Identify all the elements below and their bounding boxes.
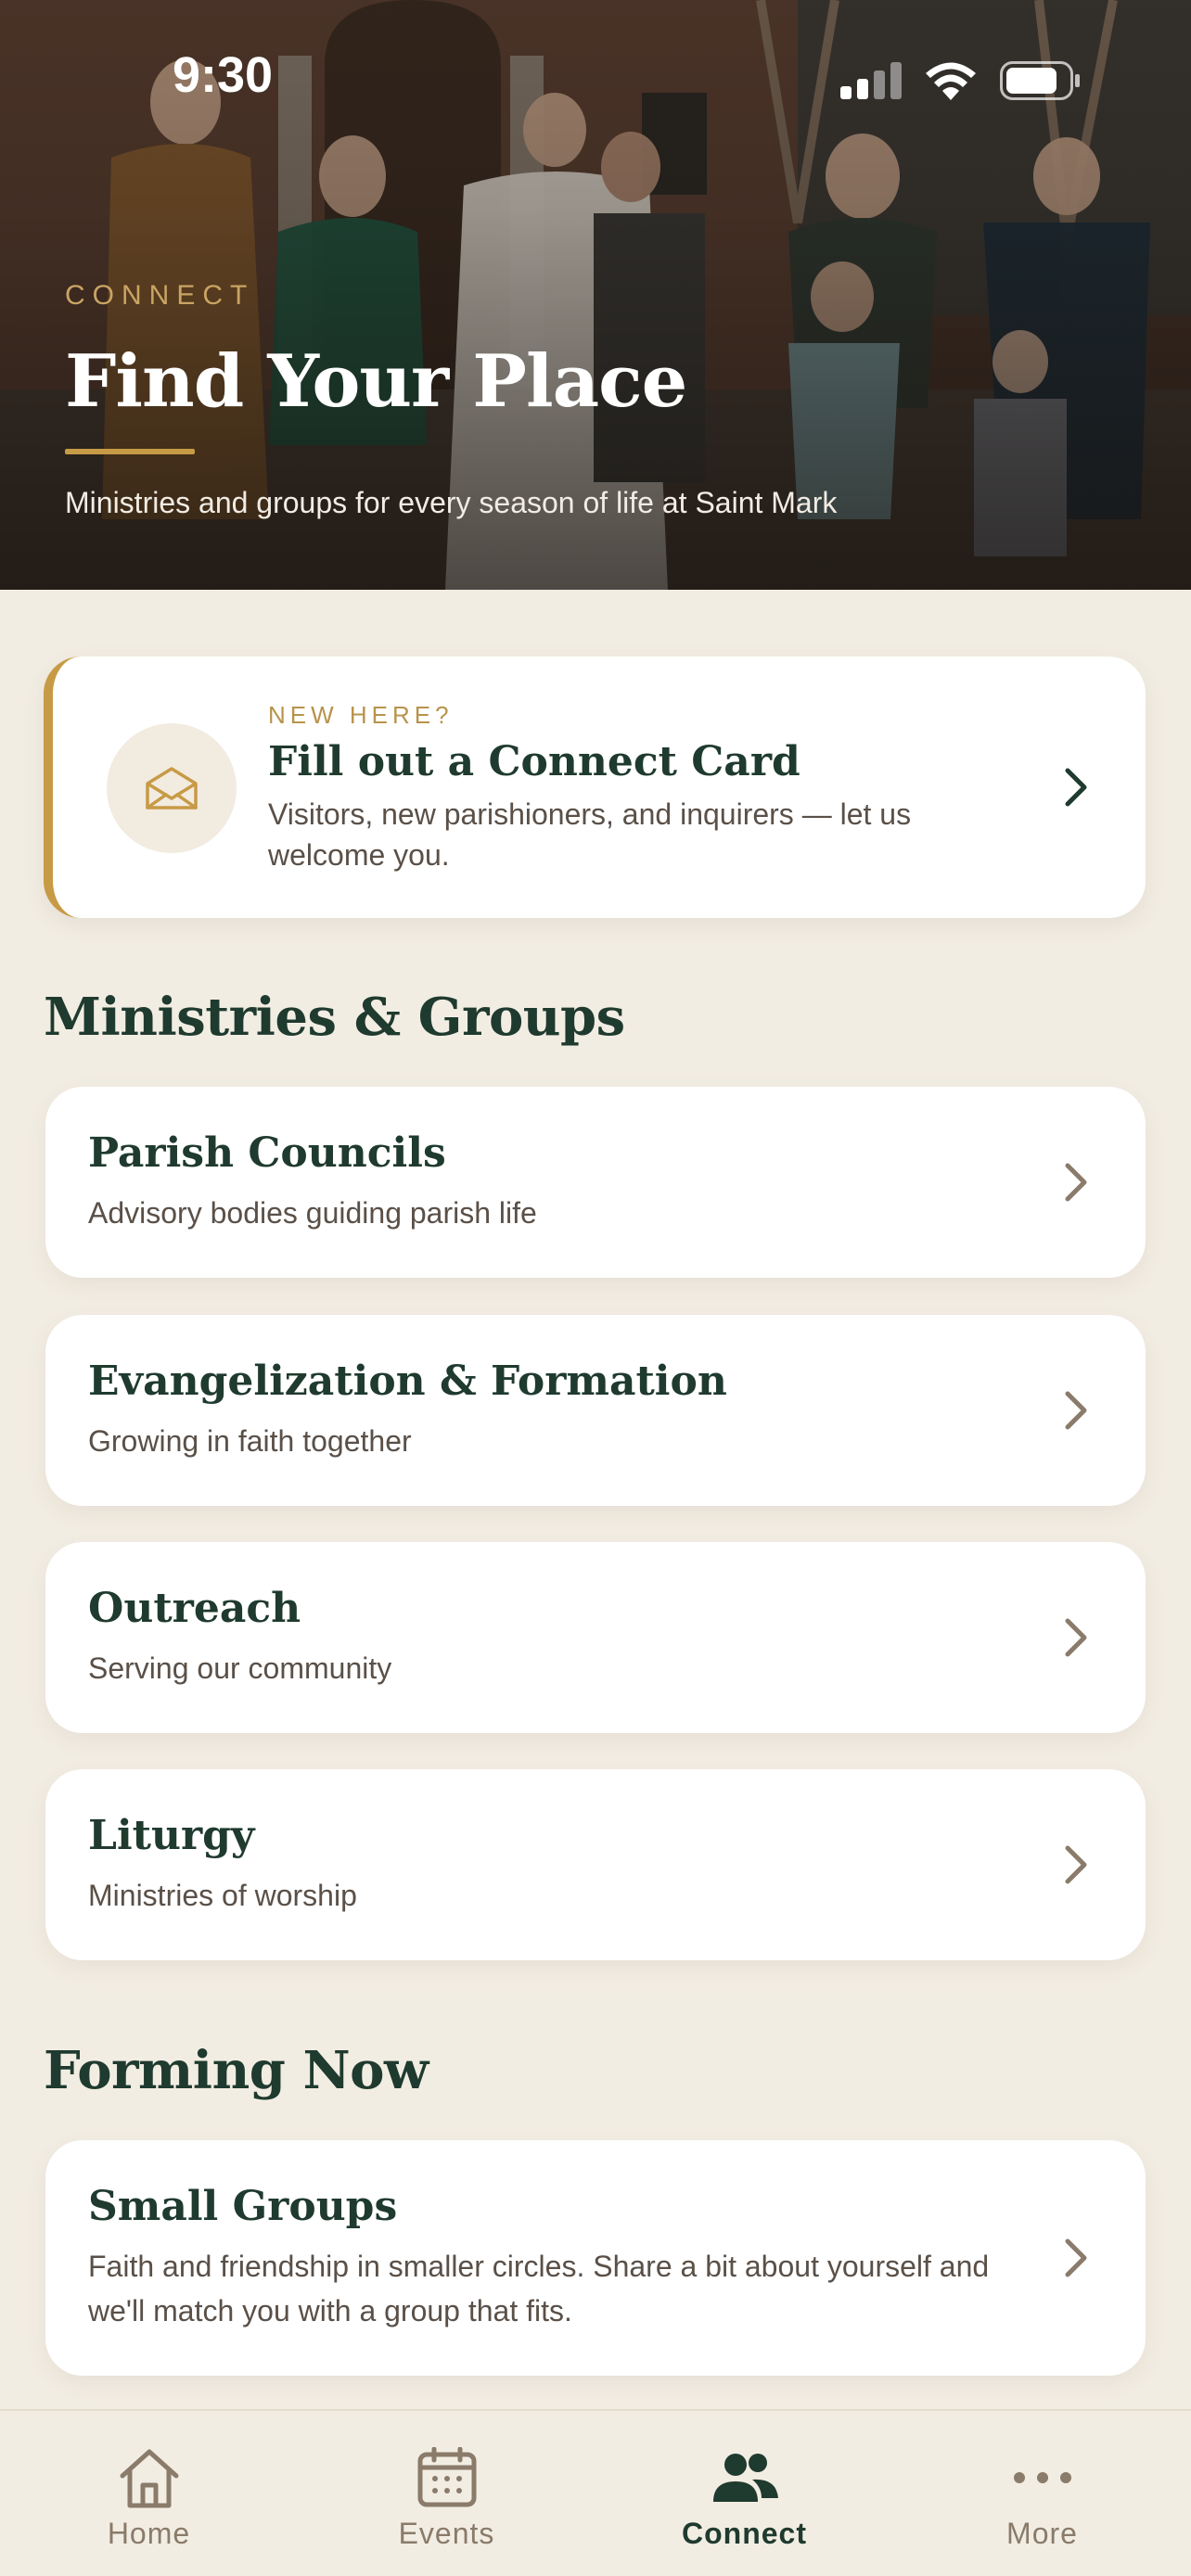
status-bar: 9:30 [0, 0, 1191, 148]
envelope-icon-badge [107, 723, 237, 853]
ministry-card-outreach[interactable]: Outreach Serving our community [45, 1542, 1146, 1733]
chevron-right-icon [1065, 1391, 1087, 1430]
ministry-card-evangelization[interactable]: Evangelization & Formation Growing in fa… [45, 1315, 1146, 1506]
chevron-right-icon [1065, 2238, 1087, 2277]
wifi-icon [926, 62, 976, 100]
tab-bar: Home Events Connect More [0, 2409, 1191, 2576]
hero-subtitle: Ministries and groups for every season o… [65, 486, 838, 519]
ministries-heading: Ministries & Groups [44, 987, 625, 1048]
connect-card-button[interactable]: NEW HERE? Fill out a Connect Card Visito… [44, 657, 1146, 918]
tab-label: Home [107, 2517, 191, 2550]
group-card-small-groups[interactable]: Small Groups Faith and friendship in sma… [45, 2140, 1146, 2376]
ministry-card-liturgy[interactable]: Liturgy Ministries of worship [45, 1769, 1146, 1960]
people-icon [712, 2454, 778, 2502]
tab-events[interactable]: Events [298, 2411, 596, 2576]
calendar-icon [417, 2447, 476, 2507]
ministry-title: Outreach [88, 1585, 301, 1632]
title-underline [65, 449, 195, 454]
chevron-right-icon [1065, 1163, 1087, 1202]
chevron-right-icon [1065, 1618, 1087, 1657]
ministry-subtitle: Advisory bodies guiding parish life [88, 1196, 537, 1230]
battery-icon [1000, 61, 1080, 100]
connect-description: Visitors, new parishioners, and inquirer… [268, 797, 912, 872]
page-title: Find Your Place [65, 339, 687, 424]
status-icons [840, 57, 1082, 104]
hero-banner: 9:30 CONNECT Find Your Place Ministries … [0, 0, 1191, 590]
tab-label: Events [398, 2517, 495, 2550]
tab-label: More [1006, 2517, 1078, 2550]
ministry-title: Parish Councils [88, 1129, 446, 1177]
tab-more[interactable]: More [893, 2411, 1191, 2576]
connect-eyebrow: NEW HERE? [268, 701, 454, 729]
tab-connect[interactable]: Connect [596, 2411, 893, 2576]
group-subtitle: Faith and friendship in smaller circles.… [88, 2250, 990, 2327]
tab-home[interactable]: Home [0, 2411, 298, 2576]
more-icon [1013, 2472, 1071, 2483]
ministry-title: Liturgy [88, 1812, 255, 1859]
chevron-right-icon [1065, 768, 1087, 807]
home-icon [120, 2449, 178, 2508]
chevron-right-icon [1065, 1845, 1087, 1884]
ministry-card-parish-councils[interactable]: Parish Councils Advisory bodies guiding … [45, 1087, 1146, 1278]
tab-label: Connect [682, 2517, 807, 2550]
connect-title: Fill out a Connect Card [268, 738, 800, 785]
status-time: 9:30 [173, 47, 274, 103]
envelope-icon [146, 767, 198, 810]
hero-eyebrow: CONNECT [65, 280, 255, 311]
ministry-subtitle: Growing in faith together [88, 1424, 412, 1458]
ministry-title: Evangelization & Formation [88, 1358, 727, 1405]
ministry-subtitle: Serving our community [88, 1651, 392, 1685]
ministry-subtitle: Ministries of worship [88, 1879, 357, 1912]
forming-now-heading: Forming Now [44, 2040, 429, 2101]
group-title: Small Groups [88, 2183, 398, 2230]
cellular-signal-icon [840, 62, 902, 99]
